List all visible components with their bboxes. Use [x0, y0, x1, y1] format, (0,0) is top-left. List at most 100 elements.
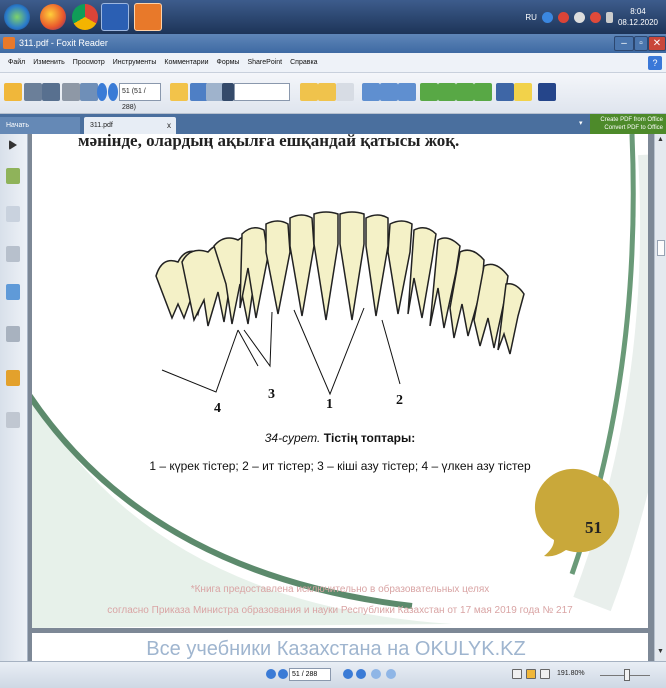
- maximize-button[interactable]: ▫: [634, 36, 648, 51]
- menu-edit[interactable]: Изменить: [33, 59, 65, 66]
- figure-pointer-lines: [161, 307, 401, 396]
- email-icon[interactable]: [80, 83, 98, 101]
- foxit-taskbar-icon[interactable]: [134, 3, 162, 31]
- pointer-4: [161, 329, 239, 393]
- menu-forms[interactable]: Формы: [217, 59, 240, 66]
- next-page-status-icon[interactable]: [343, 669, 353, 679]
- window-title: 311.pdf - Foxit Reader: [19, 38, 108, 48]
- document-viewport[interactable]: мәнінде, олардың ақылға ешқандай қатысы …: [28, 134, 654, 661]
- forward-view-icon[interactable]: [386, 669, 396, 679]
- volume-icon[interactable]: [573, 11, 585, 23]
- rotate-left-icon[interactable]: [420, 83, 438, 101]
- help-icon[interactable]: ?: [648, 56, 662, 70]
- screen: RU 8:04 08.12.2020 311.pdf - Foxit Reade…: [0, 0, 666, 688]
- incisor-left-1: [313, 211, 339, 321]
- last-page-icon[interactable]: [356, 669, 366, 679]
- menu-file[interactable]: Файл: [8, 59, 25, 66]
- word-icon[interactable]: [101, 3, 129, 31]
- typewriter-icon[interactable]: [496, 83, 514, 101]
- minimize-button[interactable]: –: [614, 36, 634, 51]
- comments-icon[interactable]: [6, 284, 20, 300]
- incisor-left-2: [289, 214, 315, 317]
- figure-label-1: 1: [326, 397, 333, 412]
- promo-line2: Convert PDF to Office: [604, 125, 663, 131]
- signatures-icon[interactable]: [6, 412, 20, 428]
- open-folder-icon[interactable]: [4, 83, 22, 101]
- next-page-icon[interactable]: [108, 83, 118, 101]
- attachments-icon[interactable]: [6, 326, 20, 342]
- start-orb-icon[interactable]: [4, 4, 30, 30]
- language-indicator[interactable]: RU: [525, 13, 537, 22]
- main-toolbar: 51 (51 / 288): [0, 73, 666, 114]
- tab-close-icon[interactable]: x: [167, 117, 171, 134]
- tab-document[interactable]: 311.pdf x: [84, 117, 176, 134]
- menu-bar: Файл Изменить Просмотр Инструменты Комме…: [0, 53, 666, 73]
- first-page-icon[interactable]: [266, 669, 276, 679]
- chrome-tray-icon[interactable]: [557, 11, 569, 23]
- save-as-icon[interactable]: [42, 83, 60, 101]
- teeth-figure: 4 3 1 2: [155, 211, 525, 416]
- find-icon[interactable]: [222, 83, 234, 101]
- create-pdf-promo[interactable]: Create PDF from Office Convert PDF to Of…: [590, 114, 666, 134]
- rotate-right-icon[interactable]: [438, 83, 456, 101]
- network-icon[interactable]: [541, 11, 553, 23]
- window-titlebar: 311.pdf - Foxit Reader – ▫ ✕: [0, 34, 666, 53]
- print-icon[interactable]: [62, 83, 80, 101]
- pdf-page: мәнінде, олардың ақылға ешқандай қатысы …: [32, 134, 648, 628]
- expand-panel-icon[interactable]: [9, 140, 17, 150]
- single-page-icon[interactable]: [456, 83, 474, 101]
- status-page-input[interactable]: 51 / 288: [289, 668, 331, 681]
- close-button[interactable]: ✕: [648, 36, 666, 51]
- battery-icon[interactable]: [605, 11, 613, 23]
- page-setup-icon[interactable]: [336, 83, 354, 101]
- scroll-up-icon[interactable]: ▲: [657, 136, 664, 143]
- security-icon[interactable]: [6, 370, 20, 386]
- scroll-down-icon[interactable]: ▼: [657, 648, 664, 655]
- zoom-slider-knob[interactable]: [624, 669, 630, 681]
- menu-comments[interactable]: Комментарии: [164, 59, 208, 66]
- layers-icon[interactable]: [6, 246, 20, 262]
- foxit-plugin-icon[interactable]: [538, 83, 556, 101]
- previous-page-icon[interactable]: [97, 83, 107, 101]
- navigation-panel: [0, 134, 28, 661]
- incisor-right-2: [365, 214, 389, 317]
- vertical-scrollbar[interactable]: ▲ ▼: [654, 134, 666, 661]
- windows-taskbar: RU 8:04 08.12.2020: [0, 0, 666, 34]
- pages-icon[interactable]: [6, 206, 20, 222]
- single-page-view-icon[interactable]: [512, 669, 522, 679]
- fit-page-icon[interactable]: [362, 83, 380, 101]
- save-icon[interactable]: [24, 83, 42, 101]
- pointer-1: [293, 307, 365, 396]
- continuous-view-icon[interactable]: [526, 669, 536, 679]
- facing-view-icon[interactable]: [540, 669, 550, 679]
- continuous-icon[interactable]: [474, 83, 492, 101]
- figure-label-4: 4: [214, 401, 221, 416]
- zoom-in-icon[interactable]: [318, 83, 336, 101]
- clock[interactable]: 8:04 08.12.2020: [618, 6, 658, 28]
- search-input[interactable]: [234, 83, 290, 101]
- clock-time: 8:04: [630, 7, 646, 16]
- chrome-icon[interactable]: [72, 4, 98, 30]
- firefox-icon[interactable]: [40, 4, 66, 30]
- fit-width-icon[interactable]: [380, 83, 398, 101]
- tab-dropdown-icon[interactable]: ▾: [579, 119, 583, 127]
- menu-view[interactable]: Просмотр: [73, 59, 105, 66]
- figure-label-2: 2: [396, 393, 403, 408]
- figure-legend: 1 – күрек тістер; 2 – ит тістер; 3 – кіш…: [149, 459, 531, 473]
- zoom-out-icon[interactable]: [300, 83, 318, 101]
- previous-page-status-icon[interactable]: [278, 669, 288, 679]
- tab-home[interactable]: Начать: [0, 117, 80, 134]
- hand-tool-icon[interactable]: [170, 83, 188, 101]
- page-number-input[interactable]: 51 (51 / 288): [119, 83, 161, 111]
- scroll-thumb[interactable]: [657, 240, 665, 256]
- back-view-icon[interactable]: [371, 669, 381, 679]
- zoom-level[interactable]: 191.80%: [557, 670, 585, 677]
- bookmarks-icon[interactable]: [6, 168, 20, 184]
- note-icon[interactable]: [514, 83, 532, 101]
- menu-help[interactable]: Справка: [290, 59, 317, 66]
- fit-visible-icon[interactable]: [398, 83, 416, 101]
- flag-icon[interactable]: [589, 11, 601, 23]
- menu-sharepoint[interactable]: SharePoint: [247, 59, 282, 66]
- tab-document-label: 311.pdf: [90, 122, 113, 129]
- menu-tools[interactable]: Инструменты: [113, 59, 157, 66]
